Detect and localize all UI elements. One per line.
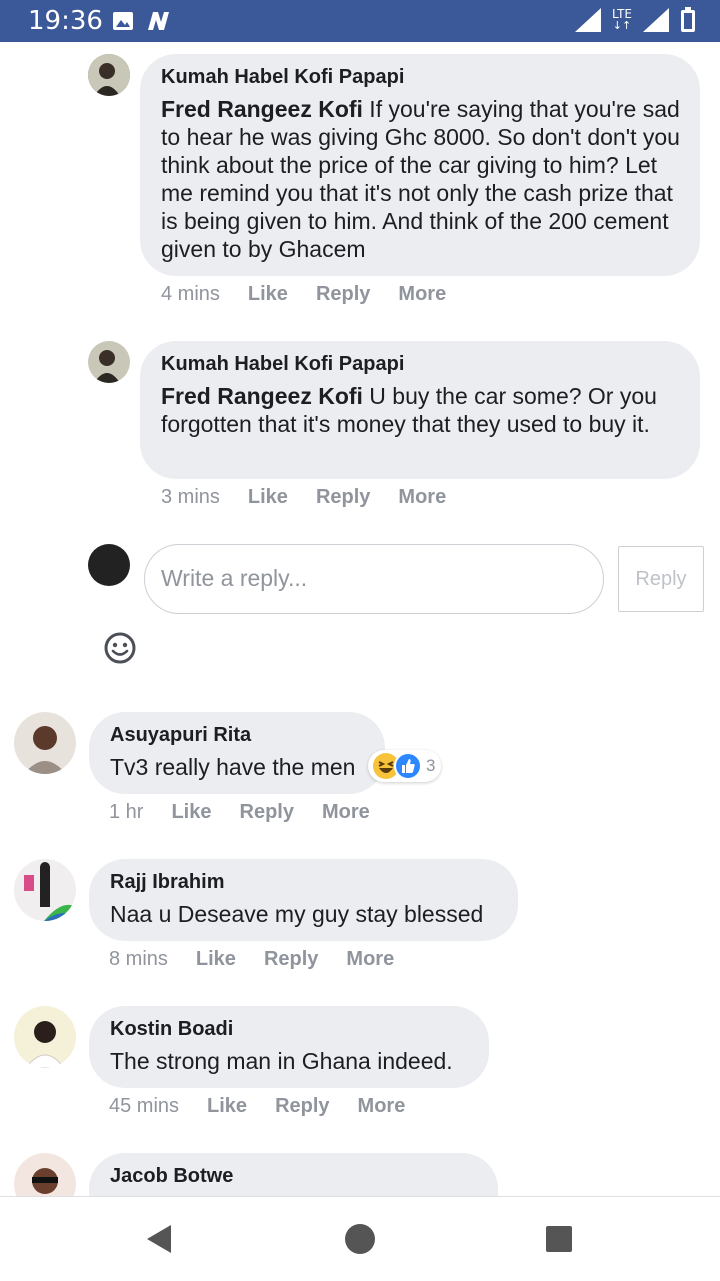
comment-actions: 1 hr Like Reply More (109, 801, 398, 824)
comment-text: Fred Rangeez Kofi U buy the car some? Or… (161, 382, 680, 438)
comment-bubble[interactable]: Kumah Habel Kofi Papapi Fred Rangeez Kof… (140, 341, 700, 479)
reaction-count: 3 (426, 756, 436, 775)
signal-icon (575, 8, 602, 32)
comment-actions: 8 mins Like Reply More (109, 948, 422, 971)
navigation-bar (0, 1196, 720, 1281)
reply-button[interactable]: Reply (264, 948, 318, 971)
like-button[interactable]: Like (207, 1095, 247, 1118)
comment-author[interactable]: Kumah Habel Kofi Papapi (161, 353, 680, 376)
more-button[interactable]: More (398, 486, 446, 509)
status-bar: 19:36 LTE ↓↑ (0, 0, 720, 42)
network-type: LTE ↓↑ (612, 7, 632, 32)
reply-input[interactable]: Write a reply... (144, 544, 604, 614)
like-button[interactable]: Like (171, 801, 211, 824)
comment-time[interactable]: 45 mins (109, 1095, 179, 1118)
comment-bubble[interactable]: Jacob Botwe (89, 1153, 498, 1196)
more-button[interactable]: More (346, 948, 394, 971)
like-button[interactable]: Like (248, 486, 288, 509)
home-icon[interactable] (344, 1223, 376, 1255)
like-button[interactable]: Like (196, 948, 236, 971)
reply-button[interactable]: Reply (275, 1095, 329, 1118)
mention[interactable]: Fred Rangeez Kofi (161, 383, 363, 409)
comment-text: Fred Rangeez Kofi If you're saying that … (161, 95, 680, 263)
comment-author[interactable]: Rajj Ibrahim (110, 871, 498, 894)
avatar[interactable] (14, 712, 76, 774)
comment-text: Tv3 really have the men (110, 754, 356, 780)
comment-actions: 4 mins Like Reply More (161, 283, 474, 306)
comment-actions: 45 mins Like Reply More (109, 1095, 433, 1118)
comment-text: The strong man in Ghana indeed. (110, 1048, 453, 1074)
comment-author[interactable]: Kostin Boadi (110, 1018, 469, 1041)
more-button[interactable]: More (322, 801, 370, 824)
mention[interactable]: Fred Rangeez Kofi (161, 96, 363, 122)
reply-submit-button[interactable]: Reply (618, 546, 704, 612)
avatar[interactable] (14, 859, 76, 921)
avatar[interactable] (14, 1153, 76, 1196)
my-avatar (88, 544, 130, 586)
comment-bubble[interactable]: Rajj Ibrahim Naa u Deseave my guy stay b… (89, 859, 518, 941)
like-button[interactable]: Like (248, 283, 288, 306)
avatar[interactable] (14, 1006, 76, 1068)
comment-actions: 3 mins Like Reply More (161, 486, 474, 509)
reply-button[interactable]: Reply (316, 486, 370, 509)
comment-time[interactable]: 3 mins (161, 486, 220, 509)
n-icon (148, 12, 169, 30)
signal-icon (643, 8, 669, 32)
comment-bubble[interactable]: Kumah Habel Kofi Papapi Fred Rangeez Kof… (140, 54, 700, 276)
status-time: 19:36 (28, 6, 103, 36)
comment-author[interactable]: Jacob Botwe (110, 1165, 478, 1188)
comment-author[interactable]: Kumah Habel Kofi Papapi (161, 66, 680, 89)
avatar[interactable] (88, 341, 130, 383)
comments-feed[interactable]: Kumah Habel Kofi Papapi Fred Rangeez Kof… (0, 42, 720, 1196)
reply-button[interactable]: Reply (240, 801, 294, 824)
back-icon[interactable] (146, 1224, 172, 1254)
avatar[interactable] (88, 54, 130, 96)
like-reaction-icon (394, 752, 422, 780)
emoji-icon[interactable] (103, 631, 137, 665)
reply-button[interactable]: Reply (316, 283, 370, 306)
recents-icon[interactable] (545, 1225, 573, 1253)
more-button[interactable]: More (358, 1095, 406, 1118)
reaction-summary[interactable]: 3 (368, 750, 442, 782)
comment-time[interactable]: 1 hr (109, 801, 143, 824)
comment-bubble[interactable]: Asuyapuri Rita Tv3 really have the men (89, 712, 385, 794)
comment-author[interactable]: Asuyapuri Rita (110, 724, 365, 747)
more-button[interactable]: More (398, 283, 446, 306)
comment-text: Naa u Deseave my guy stay blessed (110, 901, 484, 927)
image-icon (113, 12, 133, 30)
battery-icon (681, 7, 695, 32)
comment-bubble[interactable]: Kostin Boadi The strong man in Ghana ind… (89, 1006, 489, 1088)
comment-time[interactable]: 4 mins (161, 283, 220, 306)
comment-time[interactable]: 8 mins (109, 948, 168, 971)
